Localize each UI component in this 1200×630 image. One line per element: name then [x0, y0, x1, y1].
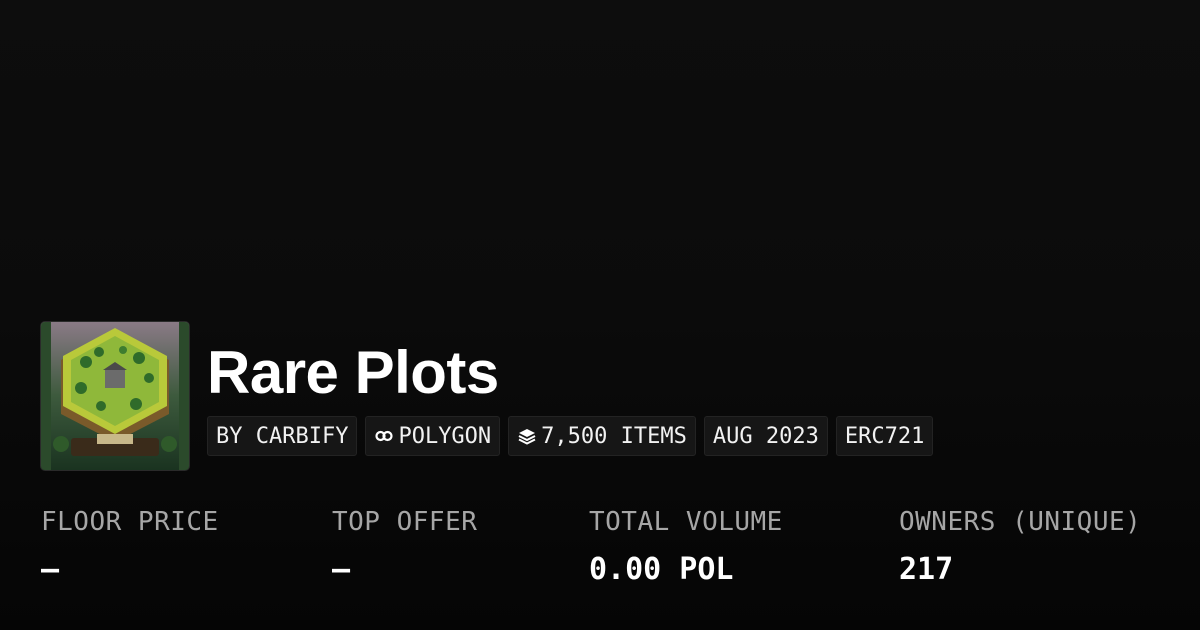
stat-total-volume: TOTAL VOLUME 0.00 POL — [589, 502, 783, 592]
items-count-tag-label: 7,500 ITEMS — [541, 423, 687, 449]
stat-value: 0.00 POL — [589, 552, 734, 587]
creator-tag-label: BY CARBIFY — [216, 423, 349, 449]
stat-label: TOTAL VOLUME — [589, 507, 783, 537]
link-icon — [374, 426, 394, 446]
collection-header: Rare Plots BY CARBIFY POLYGON 7,500 ITEM… — [41, 322, 934, 470]
creator-tag[interactable]: BY CARBIFY — [207, 416, 358, 456]
items-count-tag[interactable]: 7,500 ITEMS — [508, 416, 696, 456]
created-date-tag-label: AUG 2023 — [712, 423, 819, 449]
stat-value: – — [41, 552, 60, 587]
created-date-tag[interactable]: AUG 2023 — [703, 416, 828, 456]
token-standard-tag-label: ERC721 — [844, 423, 925, 449]
title-block: Rare Plots BY CARBIFY POLYGON 7,500 ITEM… — [207, 322, 934, 456]
stat-value: 217 — [899, 552, 954, 587]
collection-thumbnail[interactable] — [41, 322, 189, 470]
collection-title: Rare Plots — [207, 339, 499, 406]
collection-stats: FLOOR PRICE – TOP OFFER – TOTAL VOLUME 0… — [0, 502, 1200, 602]
stat-top-offer: TOP OFFER – — [332, 502, 477, 592]
token-standard-tag[interactable]: ERC721 — [835, 416, 934, 456]
stat-label: TOP OFFER — [332, 507, 478, 537]
chain-tag[interactable]: POLYGON — [365, 416, 501, 456]
stat-value: – — [332, 552, 351, 587]
stat-label: FLOOR PRICE — [41, 507, 219, 537]
layers-icon — [517, 426, 537, 446]
collection-tags: BY CARBIFY POLYGON 7,500 ITEMS AUG 2023 … — [207, 416, 934, 456]
collection-og-card: Rare Plots BY CARBIFY POLYGON 7,500 ITEM… — [0, 0, 1200, 630]
stat-owners: OWNERS (UNIQUE) 217 — [899, 502, 1141, 592]
stat-floor-price: FLOOR PRICE – — [41, 502, 219, 592]
stat-label: OWNERS (UNIQUE) — [899, 507, 1142, 537]
chain-tag-label: POLYGON — [398, 423, 492, 449]
hex-island-artwork — [41, 322, 189, 470]
